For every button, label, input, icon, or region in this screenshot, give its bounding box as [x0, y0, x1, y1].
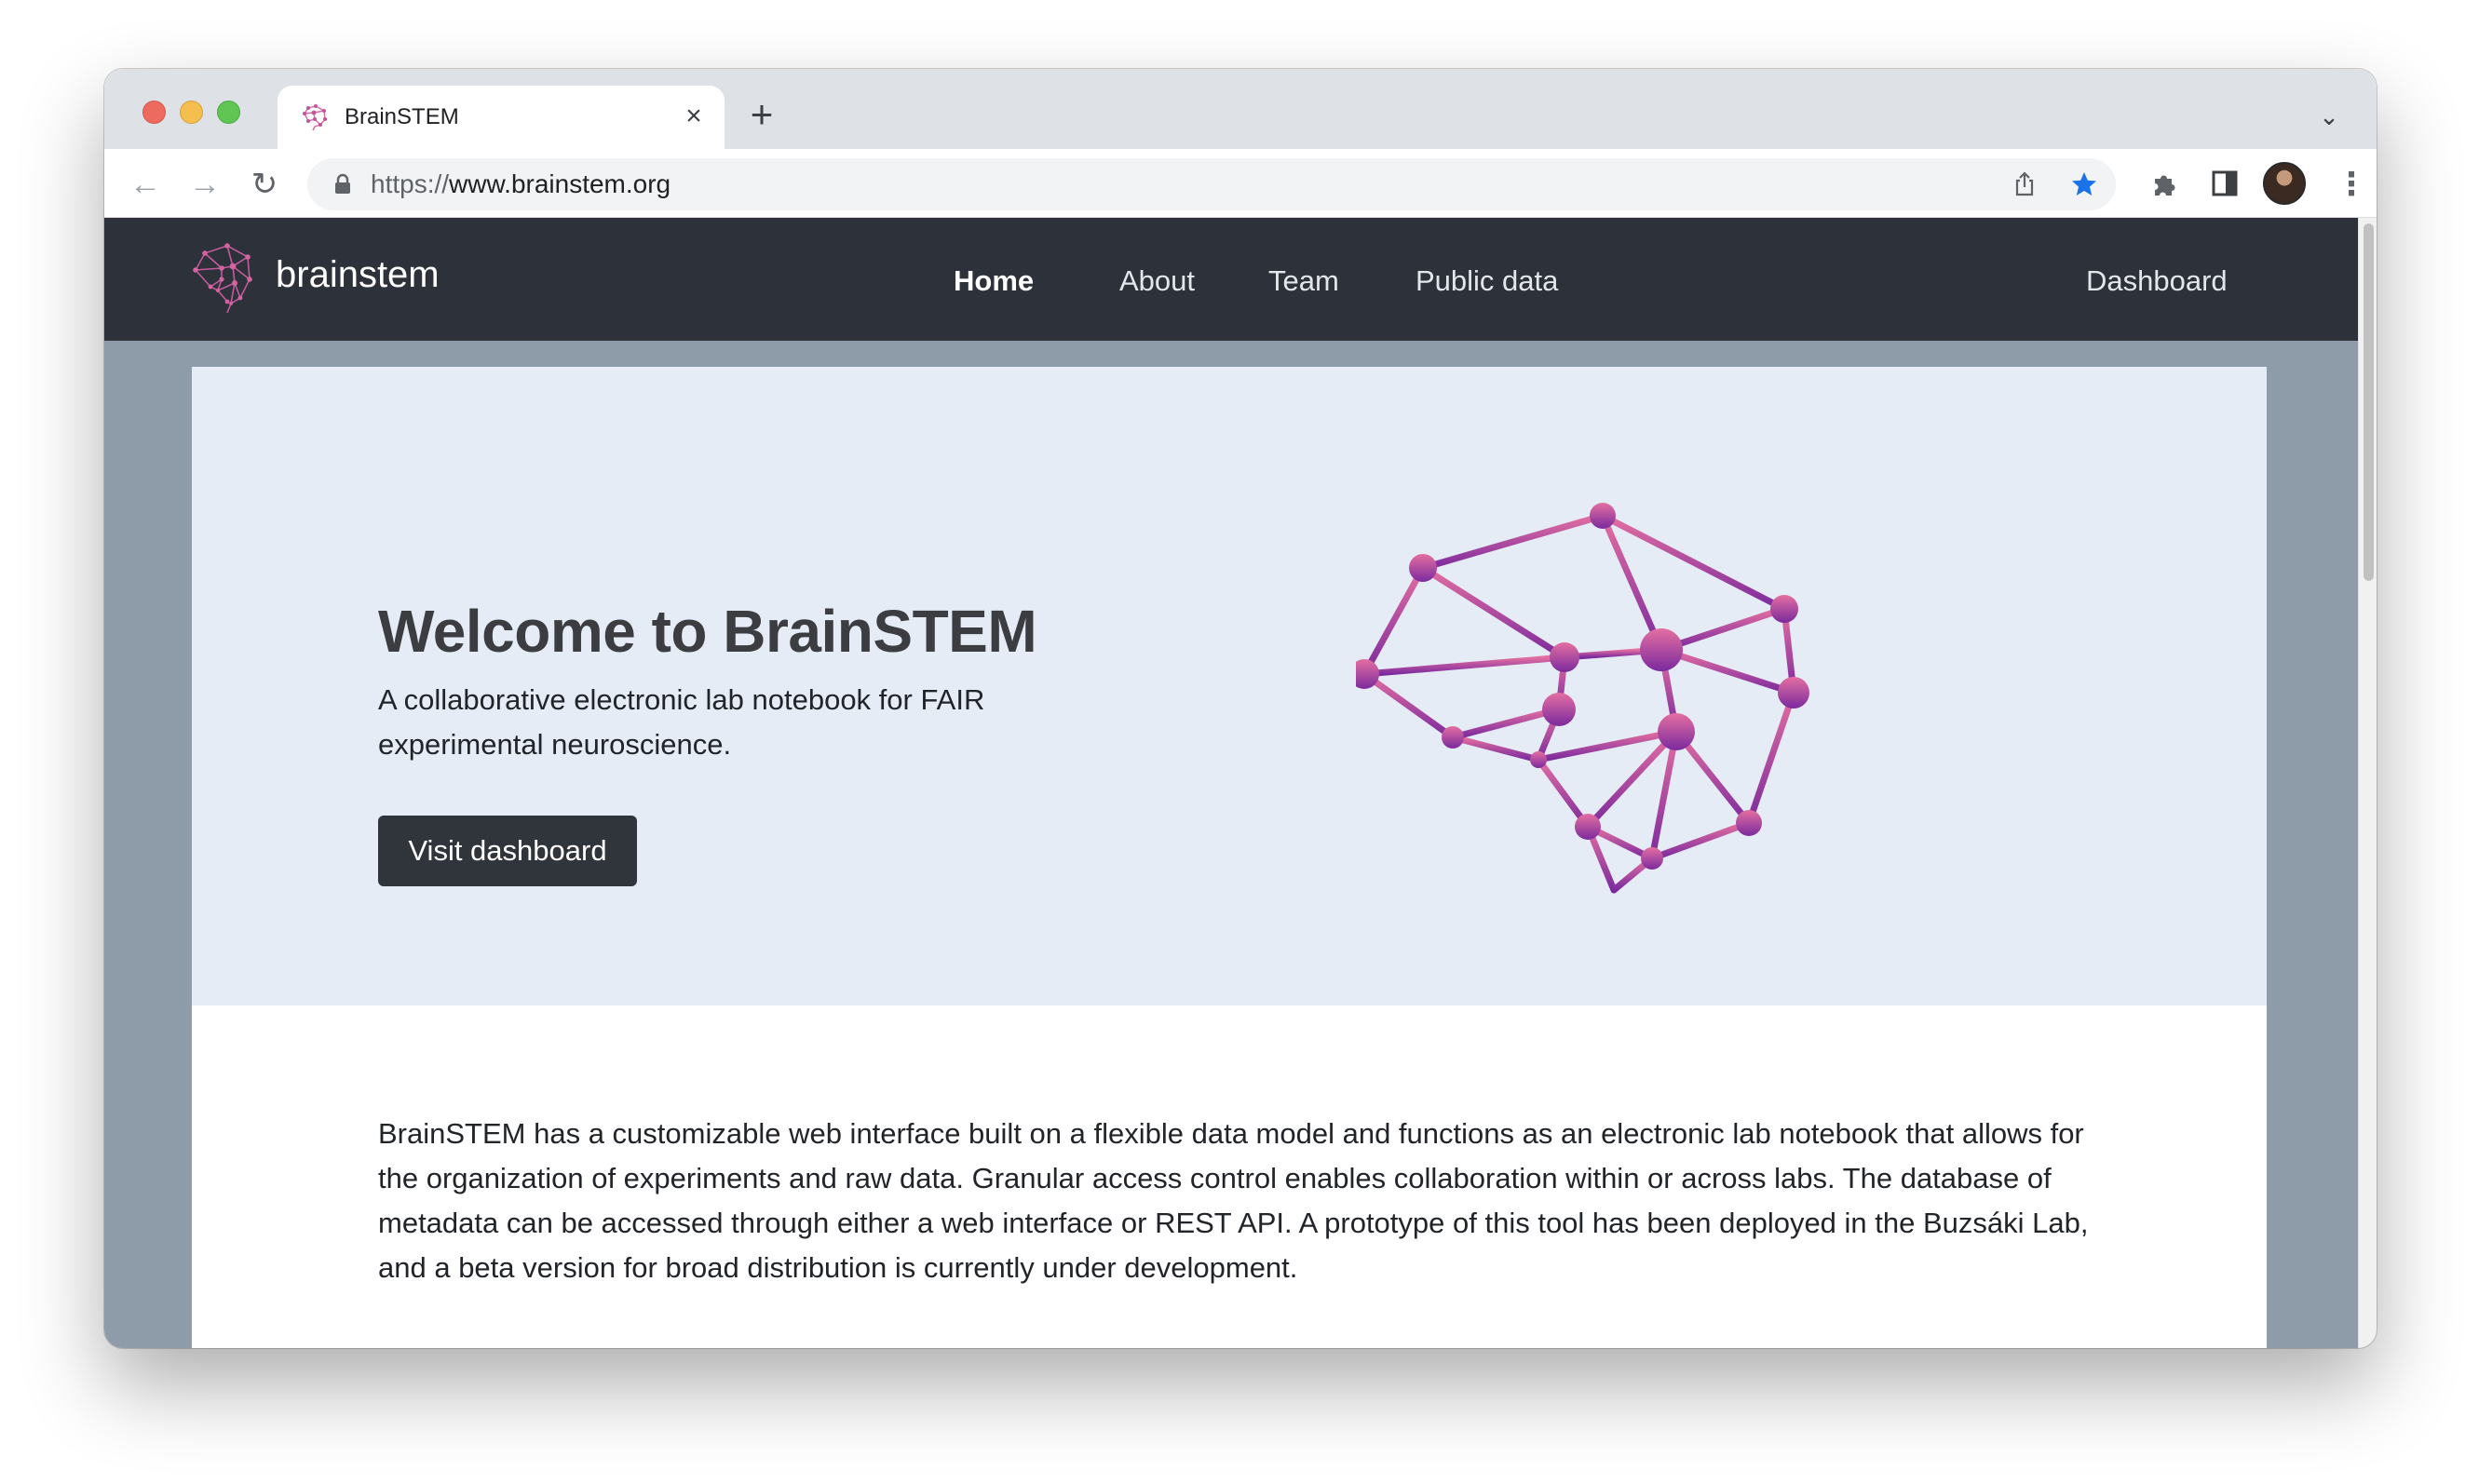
side-panel-icon[interactable] — [2209, 168, 2241, 199]
tab-strip: BrainSTEM × + ⌄ — [104, 69, 2377, 149]
reload-button[interactable]: ↻ — [246, 166, 283, 203]
forward-button[interactable]: → — [186, 166, 224, 203]
browser-menu-icon[interactable]: ⋮ — [2336, 166, 2367, 203]
tab-search-chevron-icon[interactable]: ⌄ — [2315, 102, 2343, 130]
url-text[interactable]: https://www.brainstem.org — [371, 169, 671, 199]
close-window-button[interactable] — [142, 101, 166, 124]
lock-icon[interactable] — [330, 171, 356, 197]
tab-title: BrainSTEM — [345, 104, 459, 129]
maximize-window-button[interactable] — [217, 101, 240, 124]
url-scheme: https:// — [371, 169, 450, 198]
brainstem-favicon-icon — [303, 104, 327, 131]
brain-network-illustration — [1356, 503, 1809, 894]
page-scrollbar[interactable] — [2358, 218, 2377, 1348]
nav-link-about[interactable]: About — [1119, 263, 1195, 300]
new-tab-button[interactable]: + — [743, 95, 780, 134]
brainstem-logo-icon[interactable] — [190, 240, 264, 315]
nav-link-team[interactable]: Team — [1268, 263, 1339, 300]
hero-section: Welcome to BrainSTEM A collaborative ele… — [192, 367, 2267, 1005]
extensions-puzzle-icon[interactable] — [2149, 168, 2181, 199]
close-tab-icon[interactable]: × — [678, 101, 710, 132]
url-host: www.brainstem.org — [449, 169, 671, 198]
bookmark-star-icon[interactable] — [2069, 169, 2099, 199]
share-icon[interactable] — [2010, 169, 2039, 199]
scrollbar-thumb[interactable] — [2364, 223, 2374, 581]
nav-link-public-data[interactable]: Public data — [1416, 263, 1558, 300]
browser-window: BrainSTEM × + ⌄ ← → ↻ https://www.brains… — [104, 69, 2377, 1348]
back-button[interactable]: ← — [127, 166, 164, 203]
intro-paragraph: BrainSTEM has a customizable web interfa… — [378, 1117, 2089, 1284]
page-viewport: brainstem Home About Team Public data Da… — [104, 218, 2377, 1348]
tab-brainstem[interactable]: BrainSTEM × — [278, 86, 725, 149]
site-navbar: brainstem Home About Team Public data Da… — [104, 218, 2358, 341]
hero-title: Welcome to BrainSTEM — [378, 598, 1037, 665]
visit-dashboard-button[interactable]: Visit dashboard — [378, 816, 637, 886]
minimize-window-button[interactable] — [180, 101, 203, 124]
hero-subtitle: A collaborative electronic lab notebook … — [378, 683, 985, 761]
browser-toolbar: ← → ↻ https://www.brainstem.org ⋮ — [104, 149, 2377, 218]
nav-link-home[interactable]: Home — [954, 263, 1034, 300]
address-bar[interactable]: https://www.brainstem.org — [307, 158, 2116, 210]
brand-name[interactable]: brainstem — [276, 251, 440, 298]
page-content: Welcome to BrainSTEM A collaborative ele… — [192, 367, 2267, 1348]
nav-link-dashboard[interactable]: Dashboard — [2086, 263, 2228, 300]
profile-avatar[interactable] — [2263, 162, 2306, 205]
